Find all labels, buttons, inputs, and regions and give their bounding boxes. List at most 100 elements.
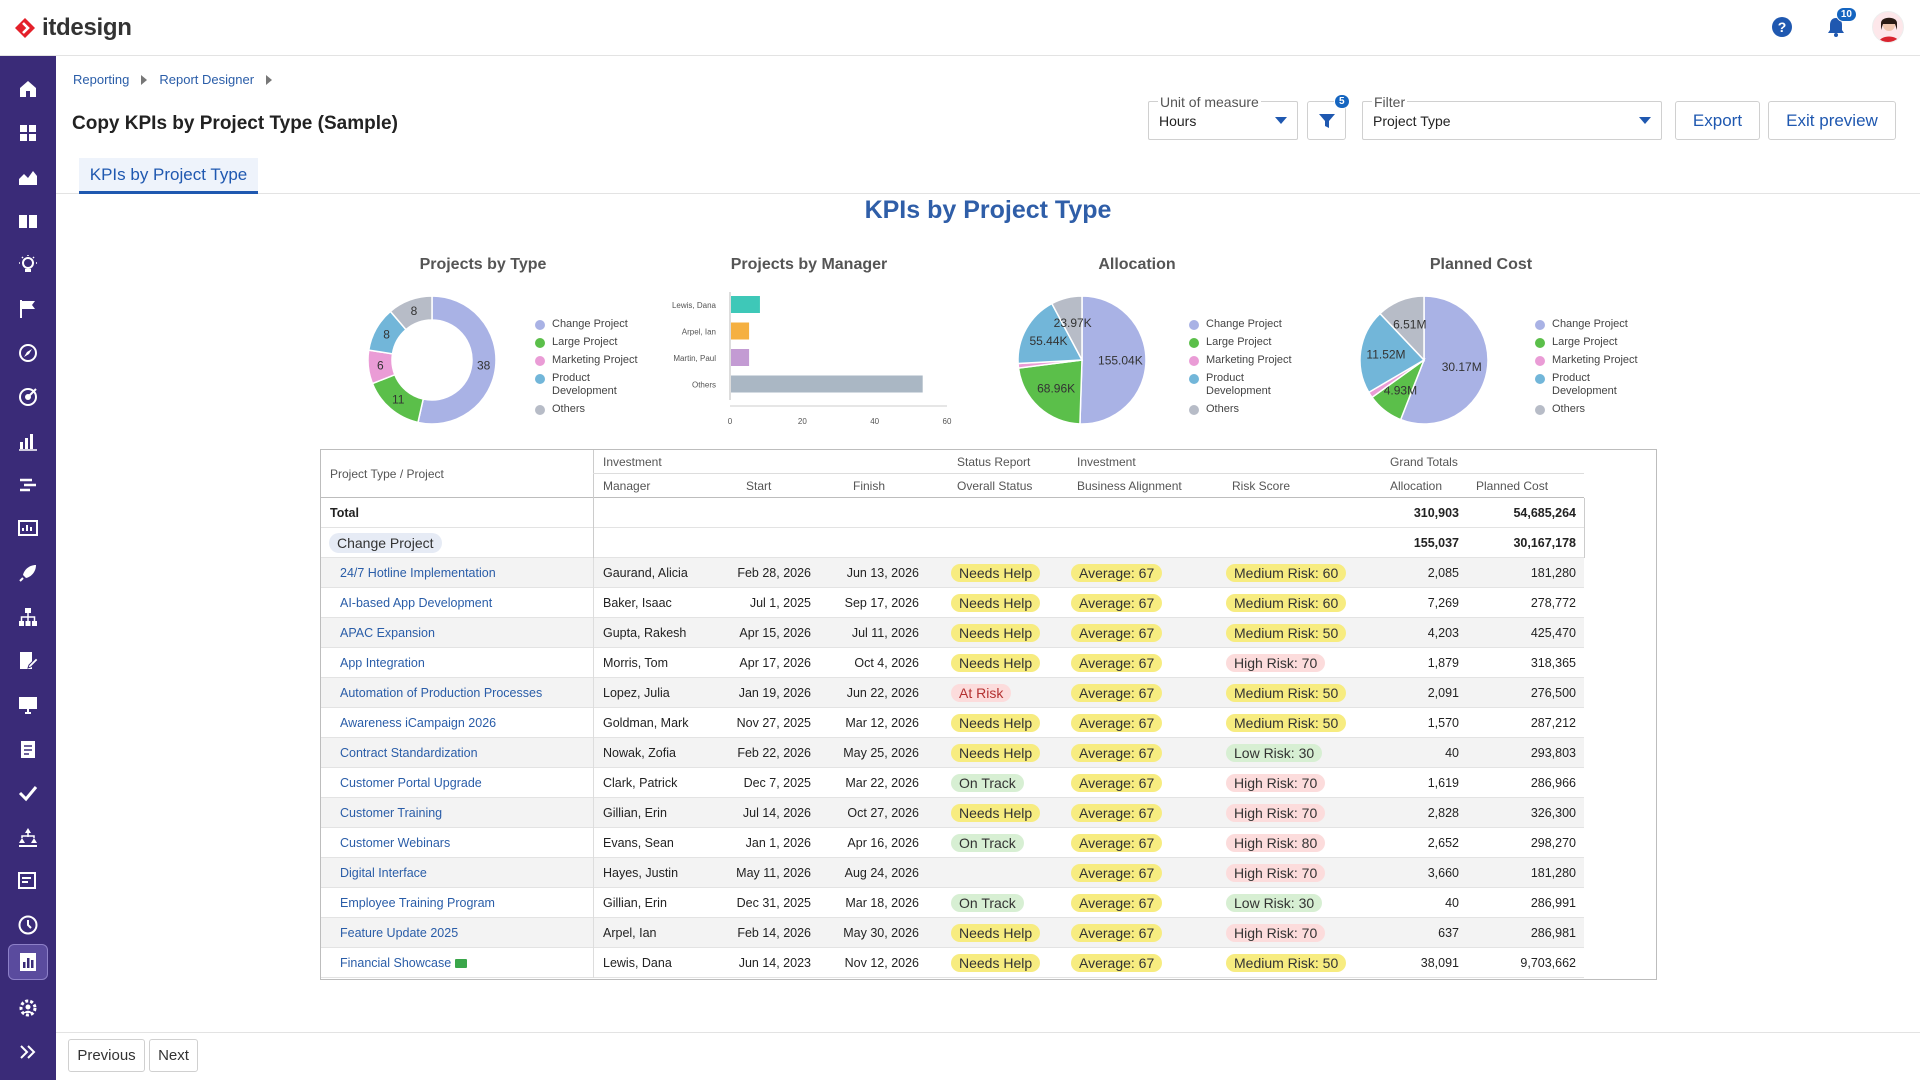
project-name-link[interactable]: Automation of Production Processes [340, 678, 542, 708]
unit-of-measure-select[interactable]: Hours Unit of measure [1148, 94, 1298, 140]
legend-label: Marketing Project [552, 354, 638, 366]
sidebar-item-time[interactable] [8, 907, 48, 943]
column-header-manager[interactable]: Manager [603, 479, 650, 493]
column-header-overall-status[interactable]: Overall Status [957, 479, 1032, 493]
project-name-link[interactable]: Financial Showcase [340, 948, 451, 978]
manager-x-tick-label: 20 [798, 417, 807, 426]
table-row[interactable]: Financial Showcase Lewis, Dana Jun 14, 202… [321, 948, 1584, 978]
start-date-cell: Jan 19, 2026 [738, 686, 811, 700]
manager-bar-2[interactable] [731, 349, 750, 366]
table-row[interactable]: Employee Training Program Gillian, Erin De… [321, 888, 1584, 918]
column-header-start[interactable]: Start [746, 479, 771, 493]
sidebar-item-analytics[interactable] [8, 159, 48, 195]
sidebar-item-home[interactable] [8, 71, 48, 107]
sidebar-item-tasks[interactable] [8, 731, 48, 767]
table-row[interactable]: Contract Standardization Nowak, Zofia Feb … [321, 738, 1584, 768]
allocation-legend-item[interactable]: Others [1189, 403, 1296, 416]
project-name-link[interactable]: AI-based App Development [340, 588, 492, 618]
project-name-link[interactable]: Customer Webinars [340, 828, 450, 858]
column-header-planned-cost[interactable]: Planned Cost [1476, 479, 1548, 493]
table-row[interactable]: Customer Webinars Evans, Sean Jan 1, 2026 A… [321, 828, 1584, 858]
manager-x-tick-label: 40 [870, 417, 879, 426]
project-name-link[interactable]: Employee Training Program [340, 888, 495, 918]
project-name-link[interactable]: Customer Training [340, 798, 442, 828]
sidebar-item-navigate[interactable] [8, 335, 48, 371]
exit-preview-button[interactable]: Exit preview [1768, 101, 1896, 140]
allocation-legend-item[interactable]: Large Project [1189, 336, 1296, 349]
app-logo[interactable]: itdesign [14, 14, 132, 42]
table-row[interactable]: App Integration Morris, Tom Apr 17, 2026 Oc… [321, 648, 1584, 678]
sidebar-item-approvals[interactable] [8, 775, 48, 811]
manager-bar-0[interactable] [731, 296, 760, 313]
breadcrumb-reporting[interactable]: Reporting [73, 72, 129, 87]
projects-by-type-legend-item[interactable]: Large Project [535, 336, 642, 349]
risk-score-cell: High Risk: 70 [1226, 648, 1326, 678]
planned-cost-legend-item[interactable]: Marketing Project [1535, 354, 1642, 367]
project-name-link[interactable]: Customer Portal Upgrade [340, 768, 482, 798]
table-row[interactable]: Automation of Production Processes Lopez,… [321, 678, 1584, 708]
breadcrumb-report-designer[interactable]: Report Designer [159, 72, 254, 87]
table-row[interactable]: APAC Expansion Gupta, Rakesh Apr 15, 2026 J… [321, 618, 1584, 648]
legend-dot-icon [535, 338, 545, 348]
notifications-button[interactable]: 10 [1818, 7, 1857, 45]
sidebar-item-documents[interactable] [8, 643, 48, 679]
sidebar-item-forms[interactable] [8, 863, 48, 899]
column-header-finish[interactable]: Finish [853, 479, 885, 493]
column-header-risk-score[interactable]: Risk Score [1232, 479, 1290, 493]
sidebar-item-organization[interactable] [8, 599, 48, 635]
export-button[interactable]: Export [1675, 101, 1760, 140]
manager-bar-1[interactable] [731, 322, 750, 340]
sidebar-item-monitor[interactable] [8, 511, 48, 547]
column-header-allocation[interactable]: Allocation [1390, 479, 1442, 493]
allocation-legend-item[interactable]: Product Development [1189, 372, 1296, 398]
allocation-legend-item[interactable]: Change Project [1189, 318, 1296, 331]
planned-cost-legend-item[interactable]: Product Development [1535, 372, 1642, 398]
projects-by-type-data-label-2: 6 [377, 359, 384, 373]
sidebar-item-launch[interactable] [8, 555, 48, 591]
planned-cost-legend-item[interactable]: Large Project [1535, 336, 1642, 349]
table-row[interactable]: Feature Update 2025 Arpel, Ian Feb 14, 202… [321, 918, 1584, 948]
allocation-legend-item[interactable]: Marketing Project [1189, 354, 1296, 367]
project-name-link[interactable]: APAC Expansion [340, 618, 435, 648]
table-row[interactable]: AI-based App Development Baker, Isaac Jul … [321, 588, 1584, 618]
previous-button[interactable]: Previous [68, 1039, 145, 1072]
filter-select[interactable]: Project Type Filter [1362, 94, 1662, 140]
table-row[interactable]: 24/7 Hotline Implementation Gaurand, Alic… [321, 558, 1584, 588]
business-alignment-cell: Average: 67 [1071, 888, 1163, 918]
tab-kpis-by-project-type[interactable]: KPIs by Project Type [79, 158, 258, 194]
sidebar-item-goals[interactable] [8, 379, 48, 415]
next-button[interactable]: Next [149, 1039, 198, 1072]
project-name-link[interactable]: Contract Standardization [340, 738, 478, 768]
sidebar-item-milestones[interactable] [8, 291, 48, 327]
manager-bar-3[interactable] [731, 375, 923, 393]
table-row[interactable]: Customer Portal Upgrade Clark, Patrick Dec… [321, 768, 1584, 798]
sidebar-item-reporting[interactable] [8, 944, 48, 980]
project-name-link[interactable]: Feature Update 2025 [340, 918, 458, 948]
planned-cost-legend-item[interactable]: Others [1535, 403, 1642, 416]
user-avatar[interactable] [1872, 11, 1904, 43]
legend-dot-icon [1189, 405, 1199, 415]
projects-by-type-legend-item[interactable]: Change Project [535, 318, 642, 331]
project-name-link[interactable]: Awareness iCampaign 2026 [340, 708, 496, 738]
sidebar-item-roadmap[interactable] [8, 467, 48, 503]
sidebar-item-presentation[interactable] [8, 687, 48, 723]
table-row[interactable]: Awareness iCampaign 2026 Goldman, Mark Nov… [321, 708, 1584, 738]
planned-cost-legend-item[interactable]: Change Project [1535, 318, 1642, 331]
projects-by-type-legend-item[interactable]: Product Development [535, 372, 642, 398]
projects-by-type-legend-item[interactable]: Others [535, 403, 642, 416]
project-name-link[interactable]: Digital Interface [340, 858, 427, 888]
projects-by-type-legend-item[interactable]: Marketing Project [535, 354, 642, 367]
sidebar-expand-button[interactable] [8, 1034, 48, 1070]
help-button[interactable]: ? [1764, 9, 1800, 45]
table-row[interactable]: Digital Interface Hayes, Justin May 11, 20… [321, 858, 1584, 888]
group-label-change-project[interactable]: Change Project [329, 533, 442, 553]
sidebar-item-dashboard[interactable] [8, 115, 48, 151]
sidebar-item-reports[interactable] [8, 423, 48, 459]
project-name-link[interactable]: 24/7 Hotline Implementation [340, 558, 496, 588]
sidebar-item-hierarchy[interactable] [8, 819, 48, 855]
sidebar-item-settings[interactable] [8, 990, 48, 1026]
column-header-business-alignment[interactable]: Business Alignment [1077, 479, 1182, 493]
project-name-link[interactable]: App Integration [340, 648, 425, 678]
sidebar-item-ideas[interactable] [8, 247, 48, 283]
table-row[interactable]: Customer Training Gillian, Erin Jul 14, 20… [321, 798, 1584, 828]
